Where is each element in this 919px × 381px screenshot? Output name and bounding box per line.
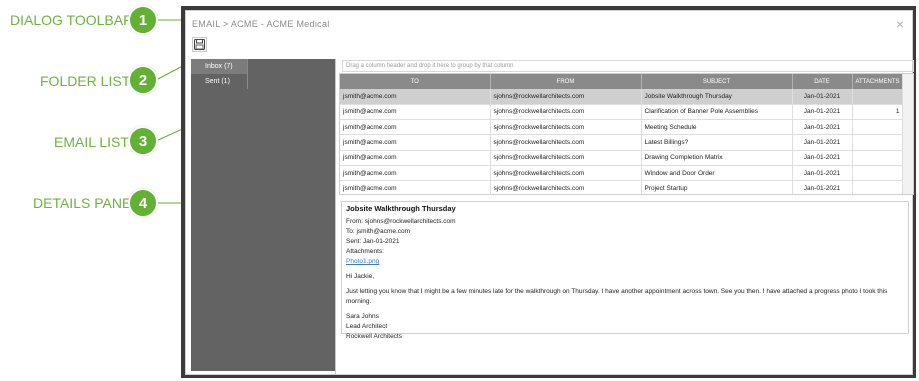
cell-date: Jan-01-2021 xyxy=(792,150,853,166)
callout-label-dialog-toolbar: DIALOG TOOLBAR xyxy=(10,12,134,28)
folder-item-sent[interactable]: Sent (1) xyxy=(191,74,247,89)
cell-attachments xyxy=(852,119,904,136)
folder-item-inbox[interactable]: Inbox (7) xyxy=(191,59,247,74)
callout-label-details-pane: DETAILS PANE xyxy=(33,195,132,211)
cell-date: Jan-01-2021 xyxy=(792,180,853,194)
cell-subject: Meeting Schedule xyxy=(641,119,793,136)
details-pane: Jobsite Walkthrough Thursday From: sjohn… xyxy=(341,201,909,340)
callout-badge-3: 3 xyxy=(128,126,158,156)
cell-attachments xyxy=(852,134,904,151)
table-row[interactable]: jsmith@acme.com sjohns@rockwellarchitect… xyxy=(340,89,904,105)
callout-badge-1: 1 xyxy=(128,5,158,35)
cell-from: sjohns@rockwellarchitects.com xyxy=(490,165,642,182)
cell-subject: Drawing Completion Matrix xyxy=(641,150,793,166)
details-to: To: jsmith@acme.com xyxy=(346,228,411,235)
cell-attachments xyxy=(852,180,904,194)
details-greeting: Hi Jackie, xyxy=(346,273,375,280)
table-header-row: TO FROM SUBJECT DATE ATTACHMENTS xyxy=(340,74,904,89)
details-signature-name: Sara Johns xyxy=(346,313,379,320)
cell-date: Jan-01-2021 xyxy=(792,89,853,105)
details-signature-company: Rockwell Architects xyxy=(346,333,402,340)
details-from: From: sjohns@rockwellarchitects.com xyxy=(346,218,456,225)
folder-list: Inbox (7) Sent (1) xyxy=(191,59,248,89)
main-area: Drag a column header and drop it here to… xyxy=(335,59,914,375)
cell-subject: Clarification of Banner Pole Assemblies xyxy=(641,104,793,121)
grid-scrollbar[interactable] xyxy=(902,74,913,194)
email-list-grid: TO FROM SUBJECT DATE ATTACHMENTS jsmith@… xyxy=(339,73,914,195)
cell-to: jsmith@acme.com xyxy=(340,180,491,194)
cell-attachments: 1 xyxy=(852,104,904,121)
email-table: TO FROM SUBJECT DATE ATTACHMENTS jsmith@… xyxy=(340,74,904,194)
cell-subject: Latest Billings? xyxy=(641,134,793,151)
column-header-to[interactable]: TO xyxy=(340,74,491,89)
cell-from: sjohns@rockwellarchitects.com xyxy=(490,104,642,121)
cell-subject: Project Startup xyxy=(641,180,793,194)
cell-from: sjohns@rockwellarchitects.com xyxy=(490,89,642,105)
save-button[interactable] xyxy=(192,37,207,52)
cell-attachments xyxy=(852,89,904,105)
cell-from: sjohns@rockwellarchitects.com xyxy=(490,134,642,151)
callout-badge-2: 2 xyxy=(128,65,158,95)
table-row[interactable]: jsmith@acme.com sjohns@rockwellarchitect… xyxy=(340,150,904,166)
callout-label-email-list: EMAIL LIST xyxy=(54,134,129,150)
table-row[interactable]: jsmith@acme.com sjohns@rockwellarchitect… xyxy=(340,165,904,182)
attachment-link[interactable]: Photo1.png xyxy=(346,257,904,267)
folder-pane: Inbox (7) Sent (1) xyxy=(191,59,335,371)
cell-date: Jan-01-2021 xyxy=(792,165,853,182)
column-header-date[interactable]: DATE xyxy=(792,74,853,89)
cell-date: Jan-01-2021 xyxy=(792,104,853,121)
column-header-subject[interactable]: SUBJECT xyxy=(641,74,793,89)
callout-badge-4: 4 xyxy=(128,188,158,218)
table-row[interactable]: jsmith@acme.com sjohns@rockwellarchitect… xyxy=(340,119,904,136)
cell-to: jsmith@acme.com xyxy=(340,165,491,182)
cell-to: jsmith@acme.com xyxy=(340,89,491,105)
callout-label-folder-list: FOLDER LIST xyxy=(40,73,131,89)
cell-subject: Window and Door Order xyxy=(641,165,793,182)
column-header-attachments[interactable]: ATTACHMENTS xyxy=(852,74,904,89)
table-row[interactable]: jsmith@acme.com sjohns@rockwellarchitect… xyxy=(340,104,904,121)
cell-to: jsmith@acme.com xyxy=(340,150,491,166)
cell-from: sjohns@rockwellarchitects.com xyxy=(490,180,642,194)
cell-date: Jan-01-2021 xyxy=(792,134,853,151)
table-row[interactable]: jsmith@acme.com sjohns@rockwellarchitect… xyxy=(340,180,904,194)
cell-attachments xyxy=(852,150,904,166)
details-signature-title: Lead Architect xyxy=(346,323,388,330)
details-body: Just letting you know that I might be a … xyxy=(346,288,888,305)
table-row[interactable]: jsmith@acme.com sjohns@rockwellarchitect… xyxy=(340,134,904,151)
details-attachments-label: Attachments: xyxy=(346,248,384,255)
details-subject: Jobsite Walkthrough Thursday xyxy=(346,204,456,213)
email-dialog: EMAIL > ACME - ACME Medical × Inbox (7) … xyxy=(185,10,914,375)
cell-to: jsmith@acme.com xyxy=(340,104,491,121)
group-by-drop-zone[interactable]: Drag a column header and drop it here to… xyxy=(342,60,914,72)
cell-date: Jan-01-2021 xyxy=(792,119,853,136)
cell-from: sjohns@rockwellarchitects.com xyxy=(490,119,642,136)
column-header-from[interactable]: FROM xyxy=(490,74,642,89)
cell-to: jsmith@acme.com xyxy=(340,134,491,151)
save-icon xyxy=(194,39,205,50)
close-icon[interactable]: × xyxy=(896,17,904,31)
dialog-breadcrumb: EMAIL > ACME - ACME Medical xyxy=(192,19,330,29)
cell-to: jsmith@acme.com xyxy=(340,119,491,136)
cell-attachments xyxy=(852,165,904,182)
cell-subject: Jobsite Walkthrough Thursday xyxy=(641,89,793,105)
cell-from: sjohns@rockwellarchitects.com xyxy=(490,150,642,166)
details-sent: Sent: Jan-01-2021 xyxy=(346,238,400,245)
